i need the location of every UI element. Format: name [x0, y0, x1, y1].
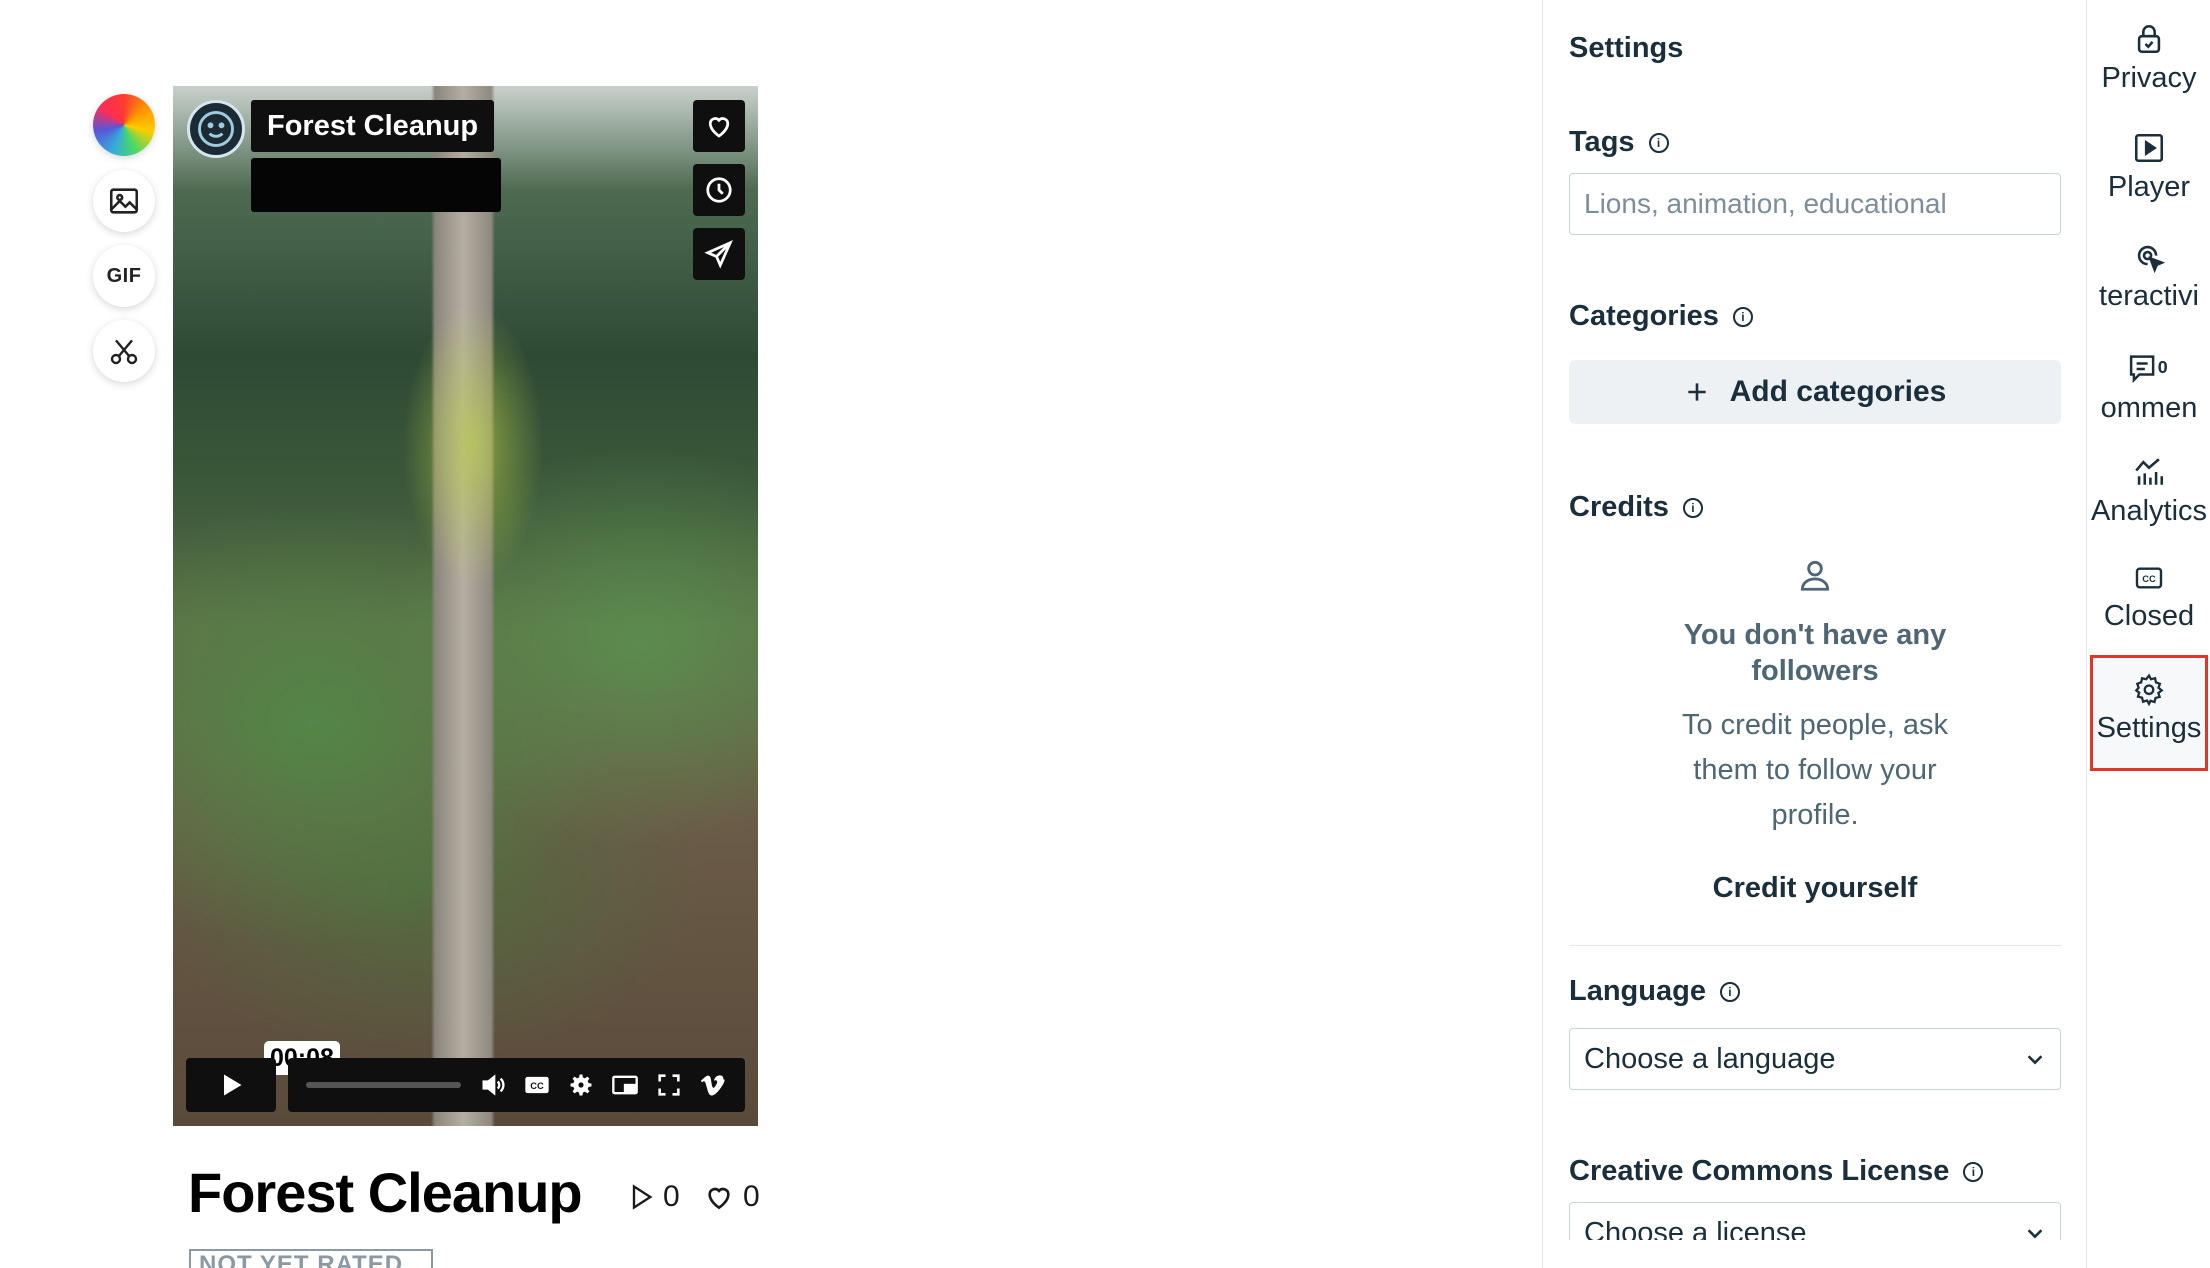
- tags-input[interactable]: [1569, 173, 2061, 235]
- nav-item-player[interactable]: Player: [2087, 131, 2210, 231]
- picture-in-picture-icon: [612, 1075, 638, 1095]
- categories-info-icon[interactable]: i: [1732, 306, 1753, 327]
- svg-text:0: 0: [2158, 357, 2168, 377]
- player-icon: [2134, 133, 2164, 163]
- license-info-icon[interactable]: i: [1963, 1161, 1984, 1182]
- pip-button[interactable]: [610, 1070, 640, 1100]
- nav-item-privacy[interactable]: Privacy: [2087, 22, 2210, 122]
- license-label: Creative Commons License: [1569, 1155, 1950, 1187]
- credit-yourself-button[interactable]: Credit yourself: [1569, 872, 2061, 905]
- volume-icon: [482, 1074, 505, 1096]
- credits-label: Credits: [1569, 491, 1669, 523]
- add-categories-label: Add categories: [1729, 375, 1947, 408]
- scissors-icon: [110, 339, 138, 365]
- share-button[interactable]: [693, 228, 745, 280]
- trim-tool-button[interactable]: [93, 320, 155, 382]
- plays-value: 0: [663, 1180, 680, 1213]
- fullscreen-icon: [658, 1074, 680, 1096]
- tags-section-label: Tags i: [1569, 126, 1669, 159]
- progress-bar[interactable]: [306, 1082, 461, 1088]
- cursor-click-icon: [2137, 245, 2166, 274]
- analytics-icon: [2135, 458, 2164, 485]
- plays-count: 0: [627, 1180, 680, 1214]
- tags-label: Tags: [1569, 126, 1635, 158]
- heart-outline-icon: [708, 1187, 730, 1210]
- nav-label-analytics: Analytics: [2090, 495, 2208, 527]
- chevron-down-icon: [2027, 1055, 2043, 1065]
- svg-text:CC: CC: [530, 1081, 544, 1091]
- credits-section-label: Credits i: [1569, 491, 1703, 524]
- credits-info-icon[interactable]: i: [1682, 497, 1703, 518]
- play-button[interactable]: [186, 1058, 276, 1112]
- video-overlay-title[interactable]: Forest Cleanup: [251, 100, 495, 152]
- channel-avatar[interactable]: [187, 100, 245, 158]
- closed-captions-icon: CC: [2135, 567, 2163, 589]
- svg-text:CC: CC: [2142, 574, 2156, 584]
- tags-info-icon[interactable]: i: [1648, 132, 1669, 153]
- language-label: Language: [1569, 975, 1706, 1007]
- redacted-byline: [251, 158, 501, 212]
- nav-item-settings[interactable]: Settings: [2090, 655, 2208, 771]
- language-section-label: Language i: [1569, 975, 1740, 1008]
- language-select[interactable]: Choose a language: [1569, 1028, 2061, 1090]
- heart-icon: [708, 117, 730, 138]
- play-outline-icon: [632, 1184, 653, 1210]
- nav-label-interactivity: teractivi: [2099, 280, 2199, 312]
- nav-label-settings: Settings: [2096, 712, 2202, 744]
- categories-section-label: Categories i: [1569, 300, 1753, 333]
- watch-later-button[interactable]: [693, 164, 745, 216]
- send-icon: [704, 240, 733, 269]
- player-settings-button[interactable]: [566, 1070, 596, 1100]
- likes-value: 0: [743, 1180, 760, 1213]
- add-categories-button[interactable]: Add categories: [1569, 360, 2061, 424]
- gif-label: GIF: [106, 264, 142, 287]
- settings-panel-title: Settings: [1569, 32, 1684, 64]
- panel-bottom-fade: [1543, 1240, 2087, 1268]
- gear-icon: [570, 1074, 592, 1096]
- volume-button[interactable]: [478, 1070, 508, 1100]
- nav-label-privacy: Privacy: [2101, 62, 2197, 94]
- fullscreen-button[interactable]: [654, 1070, 684, 1100]
- no-followers-title: You don't have any followers: [1683, 619, 1947, 687]
- nav-item-interactivity[interactable]: teractivi: [2087, 240, 2210, 340]
- player-controls: CC: [288, 1058, 745, 1112]
- video-player[interactable]: Forest Cleanup 00:08 CC: [173, 86, 758, 1126]
- nav-item-comments[interactable]: 0 ommen: [2087, 352, 2210, 452]
- credits-empty-state: You don't have any followers To credit p…: [1569, 556, 2061, 905]
- captions-button[interactable]: CC: [522, 1070, 552, 1100]
- license-section-label: Creative Commons License i: [1569, 1155, 1984, 1188]
- vimeo-logo-button[interactable]: [698, 1070, 728, 1100]
- nav-label-player: Player: [2107, 171, 2191, 203]
- section-divider: [1569, 945, 2061, 946]
- gif-tool-button[interactable]: GIF: [93, 245, 155, 307]
- page-title: Forest Cleanup: [188, 1161, 583, 1224]
- language-select-value: Choose a language: [1584, 1042, 1836, 1075]
- image-icon: [109, 188, 139, 214]
- vimeo-icon: [700, 1075, 725, 1096]
- image-tool-button[interactable]: [93, 170, 155, 232]
- gear-icon: [2134, 673, 2164, 706]
- nav-label-closed-captions: Closed: [2103, 600, 2195, 632]
- comments-icon: 0: [2129, 355, 2168, 383]
- likes-count: 0: [703, 1180, 760, 1214]
- lock-icon: [2137, 25, 2161, 54]
- smiley-avatar-icon: [198, 111, 234, 147]
- language-info-icon[interactable]: i: [1719, 981, 1740, 1002]
- play-icon: [224, 1074, 242, 1096]
- section-nav: Privacy Player teractivi 0 ommen Analyti…: [2086, 0, 2210, 1268]
- categories-label: Categories: [1569, 300, 1719, 332]
- color-tool-button[interactable]: [93, 94, 155, 156]
- nav-item-analytics[interactable]: Analytics: [2087, 455, 2210, 555]
- cc-icon: CC: [525, 1076, 549, 1094]
- no-followers-text: To credit people, ask them to follow you…: [1682, 709, 1948, 831]
- nav-label-comments: ommen: [2100, 392, 2198, 424]
- plus-icon: [1687, 383, 1706, 401]
- rating-badge[interactable]: NOT YET RATED: [189, 1249, 433, 1268]
- settings-panel: Settings Tags i Categories i Add categor…: [1542, 0, 2087, 1268]
- like-button[interactable]: [693, 100, 745, 152]
- user-icon: [1800, 560, 1830, 591]
- clock-icon: [706, 177, 732, 203]
- nav-item-closed-captions[interactable]: CC Closed: [2087, 562, 2210, 662]
